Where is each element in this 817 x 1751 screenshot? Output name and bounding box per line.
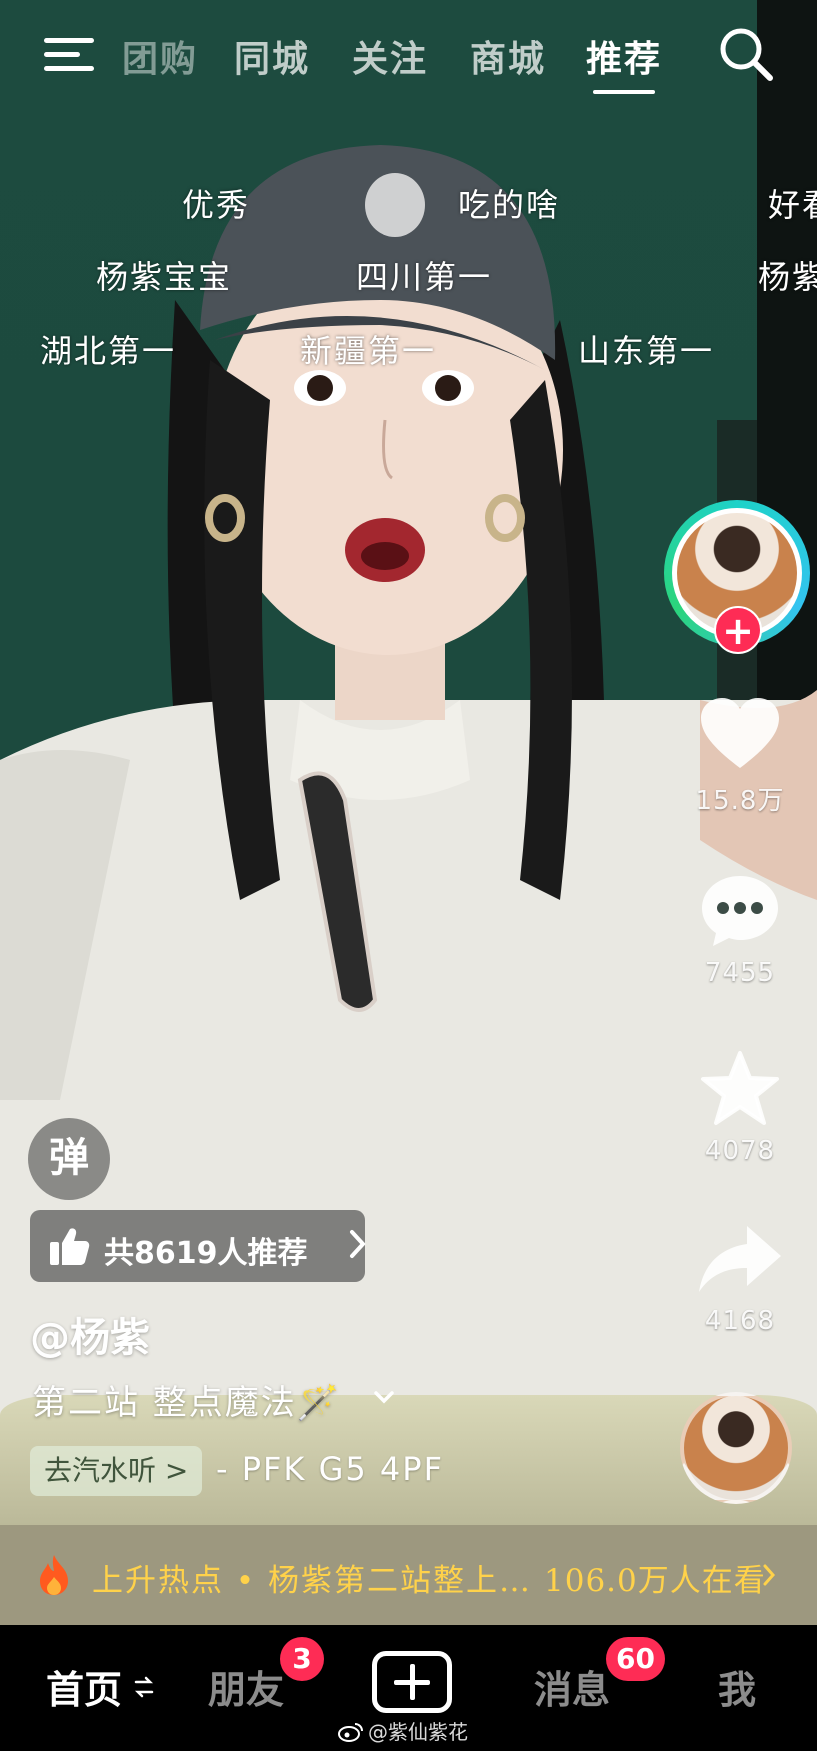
watermark: @紫仙紫花 [338,1716,468,1745]
share-count: 4168 [704,1306,776,1336]
danmaku-toggle-button[interactable]: 弹 [28,1118,110,1200]
like-button[interactable]: 15.8万 [690,696,790,817]
tab-home[interactable]: 首页 [46,1659,122,1714]
danmaku-comment: 四川第一 [356,258,493,296]
hamburger-menu-icon[interactable] [44,30,96,76]
listen-in-qishui-button[interactable]: 去汽水听 > [30,1446,203,1496]
messages-badge: 60 [606,1637,665,1681]
favorite-count: 4078 [704,1136,776,1166]
create-post-button[interactable] [372,1651,452,1713]
comment-button[interactable]: 7455 [690,872,790,988]
viewer-count: 106.0万人在看 [544,1563,766,1599]
danmaku-comment: 杨紫 [758,258,817,296]
search-icon[interactable] [716,24,776,84]
swap-arrows-icon[interactable] [134,1675,154,1699]
music-disc-avatar[interactable] [680,1392,792,1504]
danmaku-comment: 杨紫宝宝 [96,258,233,296]
friends-badge: 3 [280,1637,324,1681]
danmaku-comment: 山东第一 [578,332,715,370]
chevron-right-icon [763,1564,776,1586]
share-arrow-icon [699,1226,781,1292]
follow-button[interactable]: + [714,606,762,654]
tab-nearby[interactable]: 同城 [234,30,310,82]
comment-icon [702,876,778,946]
watermark-text: @紫仙紫花 [368,1720,468,1744]
music-title[interactable]: - PFK G5 4PF [216,1450,444,1488]
top-navigation: 团购 同城 关注 商城 推荐 [0,20,817,94]
danmaku-comment: 湖北第一 [40,332,177,370]
danmaku-comment: 优秀 [182,186,251,224]
comment-count: 7455 [704,958,776,988]
tab-recommend[interactable]: 推荐 [586,30,662,82]
danmaku-comment: 吃的啥 [458,186,561,224]
favorite-button[interactable]: 4078 [690,1050,790,1166]
tab-me[interactable]: 我 [718,1659,756,1714]
share-button[interactable]: 4168 [690,1222,790,1336]
tab-friends[interactable]: 朋友 [208,1659,284,1714]
author-name[interactable]: @杨紫 [30,1305,150,1363]
video-caption: 第二站 整点魔法🪄 [32,1383,342,1423]
chevron-down-icon[interactable] [372,1385,396,1409]
active-tab-underline [593,90,655,94]
recommend-pill[interactable]: 共8619人推荐 [30,1210,368,1282]
tab-mall[interactable]: 商城 [470,30,546,82]
recommend-count-text: 共8619人推荐 [104,1236,308,1271]
heart-icon [701,698,779,768]
danmaku-comment: 新疆第一 [300,332,437,370]
like-count: 15.8万 [695,786,785,816]
tab-messages[interactable]: 消息 [534,1659,610,1714]
trending-topic-text: 上升热点 • 杨紫第二站整上… [92,1563,532,1599]
thumbs-up-icon [50,1228,90,1265]
danmaku-comment: 好看 [768,186,817,224]
weibo-logo-icon [338,1723,363,1742]
trending-hot-bar[interactable]: 上升热点 • 杨紫第二站整上… 106.0万人在看 [0,1525,817,1625]
star-icon [701,1051,779,1125]
flame-icon [40,1555,68,1595]
chevron-right-icon [348,1226,368,1262]
tab-group-buy[interactable]: 团购 [122,30,198,82]
tab-following[interactable]: 关注 [352,30,428,82]
